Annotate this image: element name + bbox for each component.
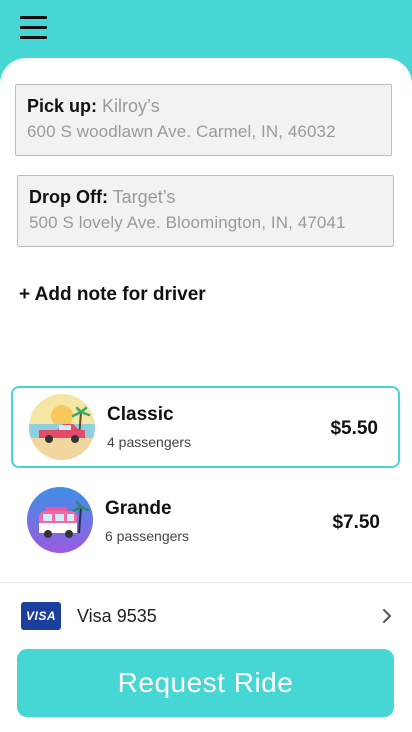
ride-request-sheet: Pick up: Kilroy’s 600 S woodlawn Ave. Ca…	[0, 58, 412, 732]
add-note-button[interactable]: + Add note for driver	[19, 284, 206, 306]
vintage-car-beach-icon	[29, 394, 95, 460]
payment-divider	[0, 582, 412, 583]
ride-price-grande: $7.50	[332, 512, 380, 533]
ride-price-classic: $5.50	[330, 418, 378, 439]
pickup-address: 600 S woodlawn Ave. Carmel, IN, 46032	[27, 122, 336, 141]
ride-option-grande[interactable]: Grande 6 passengers $7.50	[11, 480, 400, 562]
pickup-label: Pick up:	[27, 96, 98, 116]
visa-card-icon: VISA	[21, 602, 61, 630]
request-ride-button[interactable]: Request Ride	[17, 649, 394, 717]
van-beach-icon	[27, 487, 93, 553]
pickup-place: Kilroy’s	[102, 96, 160, 116]
ride-option-classic[interactable]: Classic 4 passengers $5.50	[11, 386, 400, 468]
payment-method-row[interactable]: VISA Visa 9535	[0, 592, 412, 640]
ride-passengers-classic: 4 passengers	[107, 434, 192, 450]
hamburger-menu-icon[interactable]	[20, 16, 47, 40]
dropoff-field[interactable]: Drop Off: Target’s 500 S lovely Ave. Blo…	[17, 175, 394, 247]
ride-name-classic: Classic	[107, 404, 174, 425]
ride-passengers-grande: 6 passengers	[105, 528, 190, 544]
dropoff-place: Target’s	[112, 187, 176, 207]
payment-label: Visa 9535	[77, 606, 157, 626]
dropoff-address: 500 S lovely Ave. Bloomington, IN, 47041	[29, 213, 346, 232]
chevron-right-icon	[383, 609, 391, 623]
pickup-field[interactable]: Pick up: Kilroy’s 600 S woodlawn Ave. Ca…	[15, 84, 392, 156]
ride-name-grande: Grande	[105, 498, 172, 519]
dropoff-label: Drop Off:	[29, 187, 108, 207]
